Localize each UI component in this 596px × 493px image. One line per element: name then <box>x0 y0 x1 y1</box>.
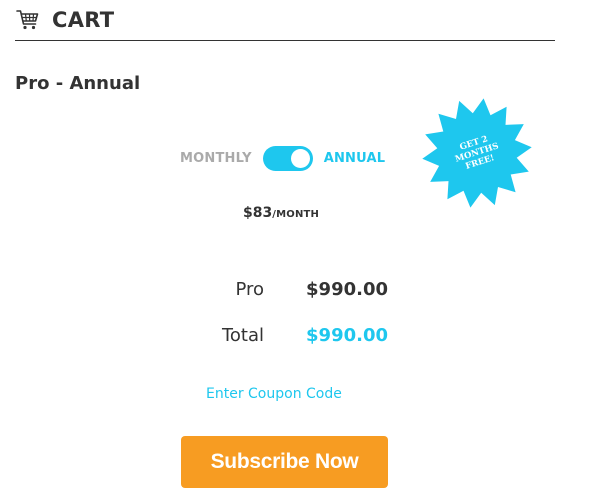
price-amount: $83 <box>243 205 273 221</box>
monthly-price: $83/MONTH <box>243 202 319 221</box>
subscribe-button[interactable]: Subscribe Now <box>181 436 388 488</box>
toggle-knob <box>290 148 310 168</box>
summary-row-total: Total $990.00 <box>180 325 388 349</box>
promo-starburst-badge: GET 2 MONTHS FREE! <box>421 97 533 209</box>
item-label: Pro <box>235 279 264 300</box>
billing-period-toggle[interactable] <box>262 145 313 171</box>
annual-label[interactable]: ANNUAL <box>324 151 386 166</box>
total-label: Total <box>221 325 264 346</box>
product-name: Pro - Annual <box>15 73 141 94</box>
cart-page: CART Pro - Annual MONTHLY ANNUAL GET 2 M… <box>0 0 596 493</box>
cart-header: CART <box>15 0 555 41</box>
monthly-label[interactable]: MONTHLY <box>180 151 252 166</box>
item-price: $990.00 <box>306 279 388 300</box>
shopping-cart-icon <box>16 8 40 32</box>
coupon-code-link[interactable]: Enter Coupon Code <box>206 386 342 402</box>
cart-title: CART <box>52 8 115 32</box>
total-price: $990.00 <box>306 325 388 346</box>
summary-row-item: Pro $990.00 <box>180 279 388 303</box>
price-unit: /MONTH <box>272 209 320 220</box>
billing-period-toggle-row: MONTHLY ANNUAL <box>180 144 385 172</box>
